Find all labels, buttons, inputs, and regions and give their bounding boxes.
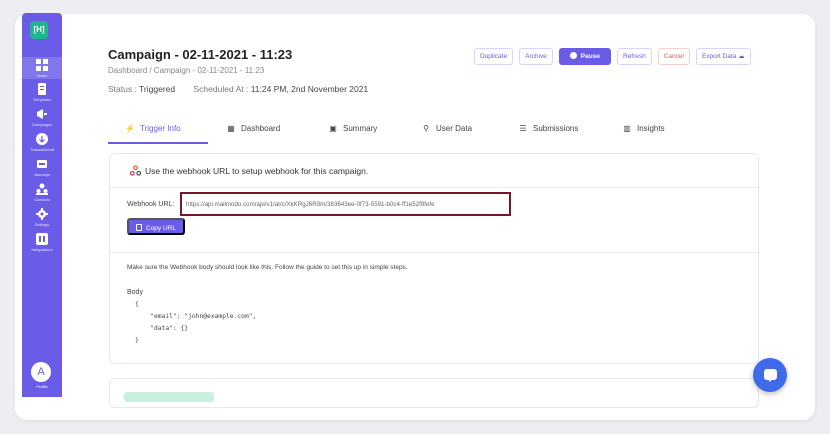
insights-icon: ▥ xyxy=(623,124,631,133)
sidebar-item-settings[interactable]: Settings xyxy=(22,208,62,227)
copy-url-label: Copy URL xyxy=(146,225,176,232)
journey-icon xyxy=(37,160,47,168)
document-icon xyxy=(38,83,46,95)
page-title: Campaign - 02-11-2021 - 11:23 xyxy=(108,47,293,62)
pause-button[interactable]: Pause xyxy=(558,48,611,65)
copy-icon xyxy=(136,224,142,231)
sidebar-item-contacts[interactable]: Contacts xyxy=(22,183,62,202)
sidebar-item-label: Campaigns xyxy=(31,122,53,127)
sidebar-item-campaigns[interactable]: Campaigns xyxy=(22,108,62,127)
submissions-icon: ☰ xyxy=(519,124,527,133)
gear-icon xyxy=(36,208,48,220)
status-badge xyxy=(124,392,214,402)
sidebar-item-label: Transactional xyxy=(30,147,54,152)
dashboard-icon: ▦ xyxy=(227,124,235,133)
export-data-button[interactable]: Export Data ☁ xyxy=(695,48,751,65)
campaign-status: Status : Triggered Scheduled At : 11:24 … xyxy=(108,84,368,94)
trigger-info-card: Use the webhook URL to setup webhook for… xyxy=(109,153,759,364)
integrations-icon xyxy=(36,233,48,245)
archive-button[interactable]: Archive xyxy=(519,48,553,65)
grid-icon xyxy=(36,59,48,71)
campaign-tabs: ⚡ Trigger Info ▦ Dashboard ▣ Summary ⚲ User … xyxy=(108,116,760,144)
sidebar-item-templates[interactable]: Templates xyxy=(22,83,62,102)
sidebar: [H] Home Templates Campaigns Transaction… xyxy=(22,13,62,397)
sidebar-item-transactional[interactable]: Transactional xyxy=(22,133,62,152)
sidebar-item-label: Templates xyxy=(32,97,52,102)
sidebar-item-label: Home xyxy=(36,73,48,78)
scheduled-label: Scheduled At : xyxy=(193,84,249,94)
tab-label: User Data xyxy=(436,124,473,133)
active-tab-indicator xyxy=(108,142,208,144)
tab-submissions[interactable]: ☰ Submissions xyxy=(518,124,578,133)
sidebar-item-journeys[interactable]: Journeys xyxy=(22,158,62,177)
avatar[interactable]: A xyxy=(31,362,51,382)
tab-label: Dashboard xyxy=(241,124,281,133)
sidebar-item-integrations[interactable]: Integrations xyxy=(22,233,62,252)
scheduled-value: 11:24 PM, 2nd November 2021 xyxy=(250,84,369,94)
webhook-body-note: Make sure the Webhook body should look l… xyxy=(127,264,408,271)
card-title: Use the webhook URL to setup webhook for… xyxy=(145,166,369,176)
status-value: Triggered xyxy=(139,84,176,94)
tab-label: Trigger Info xyxy=(140,124,181,133)
sidebar-item-label: Settings xyxy=(34,222,50,227)
status-label: Status : xyxy=(108,84,137,94)
megaphone-icon xyxy=(37,109,47,119)
summary-icon: ▣ xyxy=(329,124,337,133)
breadcrumb[interactable]: Dashboard / Campaign - 02-11-2021 - 11:2… xyxy=(108,66,264,75)
divider xyxy=(110,252,758,253)
next-card xyxy=(109,378,759,408)
tab-user-data[interactable]: ⚲ User Data xyxy=(421,124,472,133)
sidebar-item-home[interactable]: Home xyxy=(22,57,62,79)
webhook-body-code: { "email": "john@example.com", "data": {… xyxy=(135,301,257,344)
card-header: Use the webhook URL to setup webhook for… xyxy=(110,154,758,188)
webhook-url-label: Webhook URL: xyxy=(127,201,175,208)
pause-label: Pause xyxy=(580,53,600,60)
sidebar-item-label: Integrations xyxy=(31,247,53,252)
tab-insights[interactable]: ▥ Insights xyxy=(622,124,665,133)
bolt-icon: ⚡ xyxy=(125,124,135,133)
cancel-button[interactable]: Cancel xyxy=(657,48,690,65)
sidebar-item-label: Contacts xyxy=(34,197,50,202)
app-logo[interactable]: [H] xyxy=(30,21,48,39)
chat-widget-button[interactable] xyxy=(753,358,787,392)
webhook-url-value[interactable]: https://api.mailmodo.com/api/v1/at/c/XkK… xyxy=(186,201,435,208)
export-label: Export Data xyxy=(701,53,737,60)
pause-icon xyxy=(569,52,577,59)
tab-trigger-info[interactable]: ⚡ Trigger Info xyxy=(125,124,181,133)
user-data-icon: ⚲ xyxy=(423,124,429,133)
sidebar-item-label: Journeys xyxy=(33,172,51,177)
tab-dashboard[interactable]: ▦ Dashboard xyxy=(226,124,280,133)
transaction-icon xyxy=(36,133,48,145)
duplicate-button[interactable]: Duplicate xyxy=(474,48,514,65)
tab-label: Summary xyxy=(343,124,378,133)
tab-label: Insights xyxy=(637,124,665,133)
webhook-icon xyxy=(130,165,141,176)
cloud-upload-icon: ☁ xyxy=(738,53,745,60)
avatar-label: Profile xyxy=(36,384,48,389)
copy-url-button[interactable]: Copy URL xyxy=(127,218,185,235)
refresh-button[interactable]: Refresh xyxy=(616,48,652,65)
tab-label: Submissions xyxy=(533,124,579,133)
tab-summary[interactable]: ▣ Summary xyxy=(328,124,377,133)
contacts-icon xyxy=(36,183,48,195)
body-label: Body xyxy=(127,289,143,296)
campaign-actions: Duplicate Archive Pause Refresh Cancel E… xyxy=(474,48,751,65)
